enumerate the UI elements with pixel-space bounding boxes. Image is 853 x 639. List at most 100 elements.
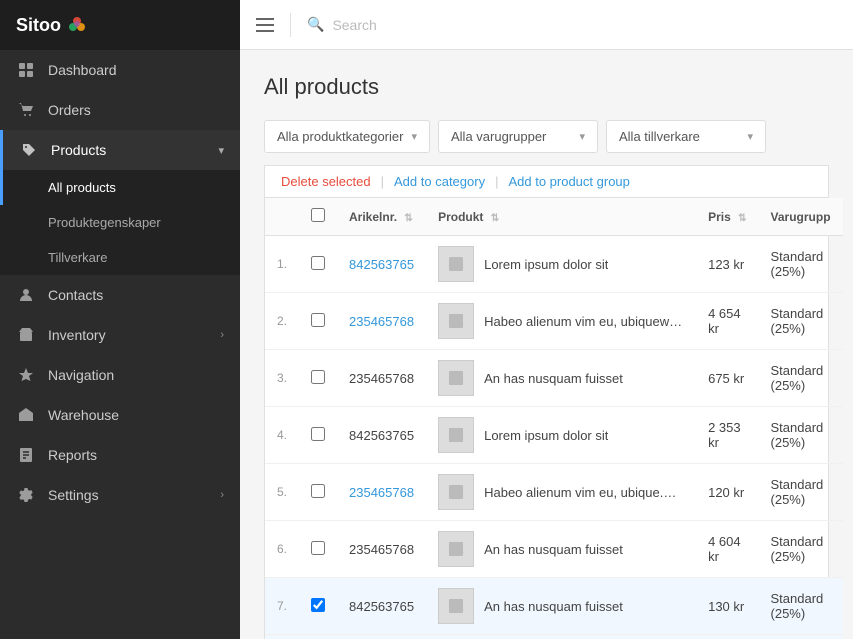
sidebar-item-orders[interactable]: Orders <box>0 90 240 130</box>
row-varugrupp-1: Standard (25%) <box>759 293 843 350</box>
products-submenu: All products Produktegenskaper Tillverka… <box>0 170 240 275</box>
menu-toggle-button[interactable] <box>256 18 274 32</box>
table-header-row: Arikelnr. ⇅ Produkt ⇅ Pris ⇅ Varugrupp <box>265 198 843 236</box>
row-checkbox-5[interactable] <box>311 541 325 555</box>
gear-icon <box>16 487 36 503</box>
sidebar-item-inventory[interactable]: Inventory › <box>0 315 240 355</box>
artikelnr-link-4[interactable]: 235465768 <box>349 485 414 500</box>
product-thumb-0 <box>438 246 474 282</box>
submenu-item-all-products[interactable]: All products <box>0 170 240 205</box>
box-icon <box>16 327 36 343</box>
row-price-6: 130 kr <box>696 578 758 635</box>
product-table-container: Delete selected | Add to category | Add … <box>264 165 829 639</box>
logo-text: Sitoo <box>16 15 61 36</box>
th-artikelnr: Arikelnr. ⇅ <box>337 198 426 236</box>
th-varugrupp-label: Varugrupp <box>771 210 831 224</box>
report-icon <box>16 447 36 463</box>
submenu-item-tillverkare[interactable]: Tillverkare <box>0 240 240 275</box>
row-product-1: Habeo alienum vim eu, ubiquewer ... <box>426 293 696 349</box>
sidebar-item-navigation[interactable]: Navigation <box>0 355 240 395</box>
artikelnr-link-1[interactable]: 235465768 <box>349 314 414 329</box>
row-price-0: 123 kr <box>696 236 758 293</box>
submenu-item-produktegenskaper[interactable]: Produktegenskaper <box>0 205 240 240</box>
row-artikelnr-0[interactable]: 842563765 <box>337 236 426 293</box>
sidebar-item-settings[interactable]: Settings › <box>0 475 240 515</box>
search-input[interactable]: Search <box>332 17 376 33</box>
main-content: 🔍 Search All products Alla produktkatego… <box>240 0 853 639</box>
row-varugrupp-7: Standard (25%) <box>759 635 843 639</box>
row-num-5: 6. <box>265 521 299 578</box>
artikelnr-link-0[interactable]: 842563765 <box>349 257 414 272</box>
filter-tillverkare[interactable]: Alla tillverkare ▾ <box>606 120 766 153</box>
filter-categories[interactable]: Alla produktkategorier ▾ <box>264 120 430 153</box>
row-price-1: 4 654 kr <box>696 293 758 350</box>
th-artikelnr-label: Arikelnr. <box>349 210 397 224</box>
product-thumb-4 <box>438 474 474 510</box>
row-price-2: 675 kr <box>696 350 758 407</box>
th-num <box>265 198 299 236</box>
sidebar-item-products[interactable]: Products ▾ <box>0 130 240 170</box>
submenu-label-tillverkare: Tillverkare <box>48 250 107 265</box>
dashboard-icon <box>16 62 36 78</box>
logo: Sitoo <box>0 0 240 50</box>
sidebar-label-navigation: Navigation <box>48 367 114 383</box>
row-checkbox-cell-6 <box>299 578 337 635</box>
sidebar-item-warehouse[interactable]: Warehouse <box>0 395 240 435</box>
filter-varugrupper-caret: ▾ <box>579 130 585 143</box>
row-price-5: 4 604 kr <box>696 521 758 578</box>
delete-selected-link[interactable]: Delete selected <box>281 174 371 189</box>
th-produkt: Produkt ⇅ <box>426 198 696 236</box>
topbar: 🔍 Search <box>240 0 853 50</box>
row-product-7: Lorem ipsum dolor sit <box>426 635 696 639</box>
row-checkbox-3[interactable] <box>311 427 325 441</box>
product-name-2: An has nusquam fuisset <box>484 371 623 386</box>
row-artikelnr-4[interactable]: 235465768 <box>337 464 426 521</box>
row-checkbox-cell-7 <box>299 635 337 639</box>
row-checkbox-4[interactable] <box>311 484 325 498</box>
product-table: Arikelnr. ⇅ Produkt ⇅ Pris ⇅ Varugrupp <box>265 198 843 639</box>
product-name-3: Lorem ipsum dolor sit <box>484 428 608 443</box>
add-to-product-group-link[interactable]: Add to product group <box>508 174 629 189</box>
logo-icon <box>65 13 89 37</box>
row-num-6: 7. <box>265 578 299 635</box>
person-icon <box>16 287 36 303</box>
nav-icon <box>16 367 36 383</box>
product-thumb-2 <box>438 360 474 396</box>
row-product-0: Lorem ipsum dolor sit <box>426 236 696 292</box>
menu-line-3 <box>256 30 274 32</box>
submenu-label-all-products: All products <box>48 180 116 195</box>
filters-bar: Alla produktkategorier ▾ Alla varugruppe… <box>264 120 829 153</box>
separator-1: | <box>381 174 384 189</box>
row-checkbox-0[interactable] <box>311 256 325 270</box>
sidebar: Sitoo Dashboard Orders Products ▾ All pr… <box>0 0 240 639</box>
row-varugrupp-0: Standard (25%) <box>759 236 843 293</box>
settings-chevron-icon: › <box>220 489 224 501</box>
sidebar-item-contacts[interactable]: Contacts <box>0 275 240 315</box>
row-num-3: 4. <box>265 407 299 464</box>
topbar-divider <box>290 13 291 37</box>
sidebar-item-dashboard[interactable]: Dashboard <box>0 50 240 90</box>
row-checkbox-6[interactable] <box>311 598 325 612</box>
add-to-category-link[interactable]: Add to category <box>394 174 485 189</box>
submenu-label-produktegenskaper: Produktegenskaper <box>48 215 161 230</box>
table-row: 7.842563765An has nusquam fuisset130 krS… <box>265 578 843 635</box>
row-num-4: 5. <box>265 464 299 521</box>
product-thumb-1 <box>438 303 474 339</box>
th-pris: Pris ⇅ <box>696 198 758 236</box>
sidebar-label-inventory: Inventory <box>48 327 106 343</box>
cart-icon <box>16 102 36 118</box>
table-row: 2.235465768Habeo alienum vim eu, ubiquew… <box>265 293 843 350</box>
row-checkbox-2[interactable] <box>311 370 325 384</box>
sidebar-item-reports[interactable]: Reports <box>0 435 240 475</box>
product-thumb-6 <box>438 588 474 624</box>
select-all-checkbox[interactable] <box>311 208 325 222</box>
row-artikelnr-1[interactable]: 235465768 <box>337 293 426 350</box>
filter-varugrupper-label: Alla varugrupper <box>451 129 546 144</box>
row-checkbox-1[interactable] <box>311 313 325 327</box>
row-checkbox-cell-4 <box>299 464 337 521</box>
page-title: All products <box>264 74 829 100</box>
products-chevron-icon: ▾ <box>218 144 224 157</box>
filter-varugrupper[interactable]: Alla varugrupper ▾ <box>438 120 598 153</box>
sidebar-label-dashboard: Dashboard <box>48 62 117 78</box>
row-artikelnr-7[interactable]: 235465768 <box>337 635 426 639</box>
